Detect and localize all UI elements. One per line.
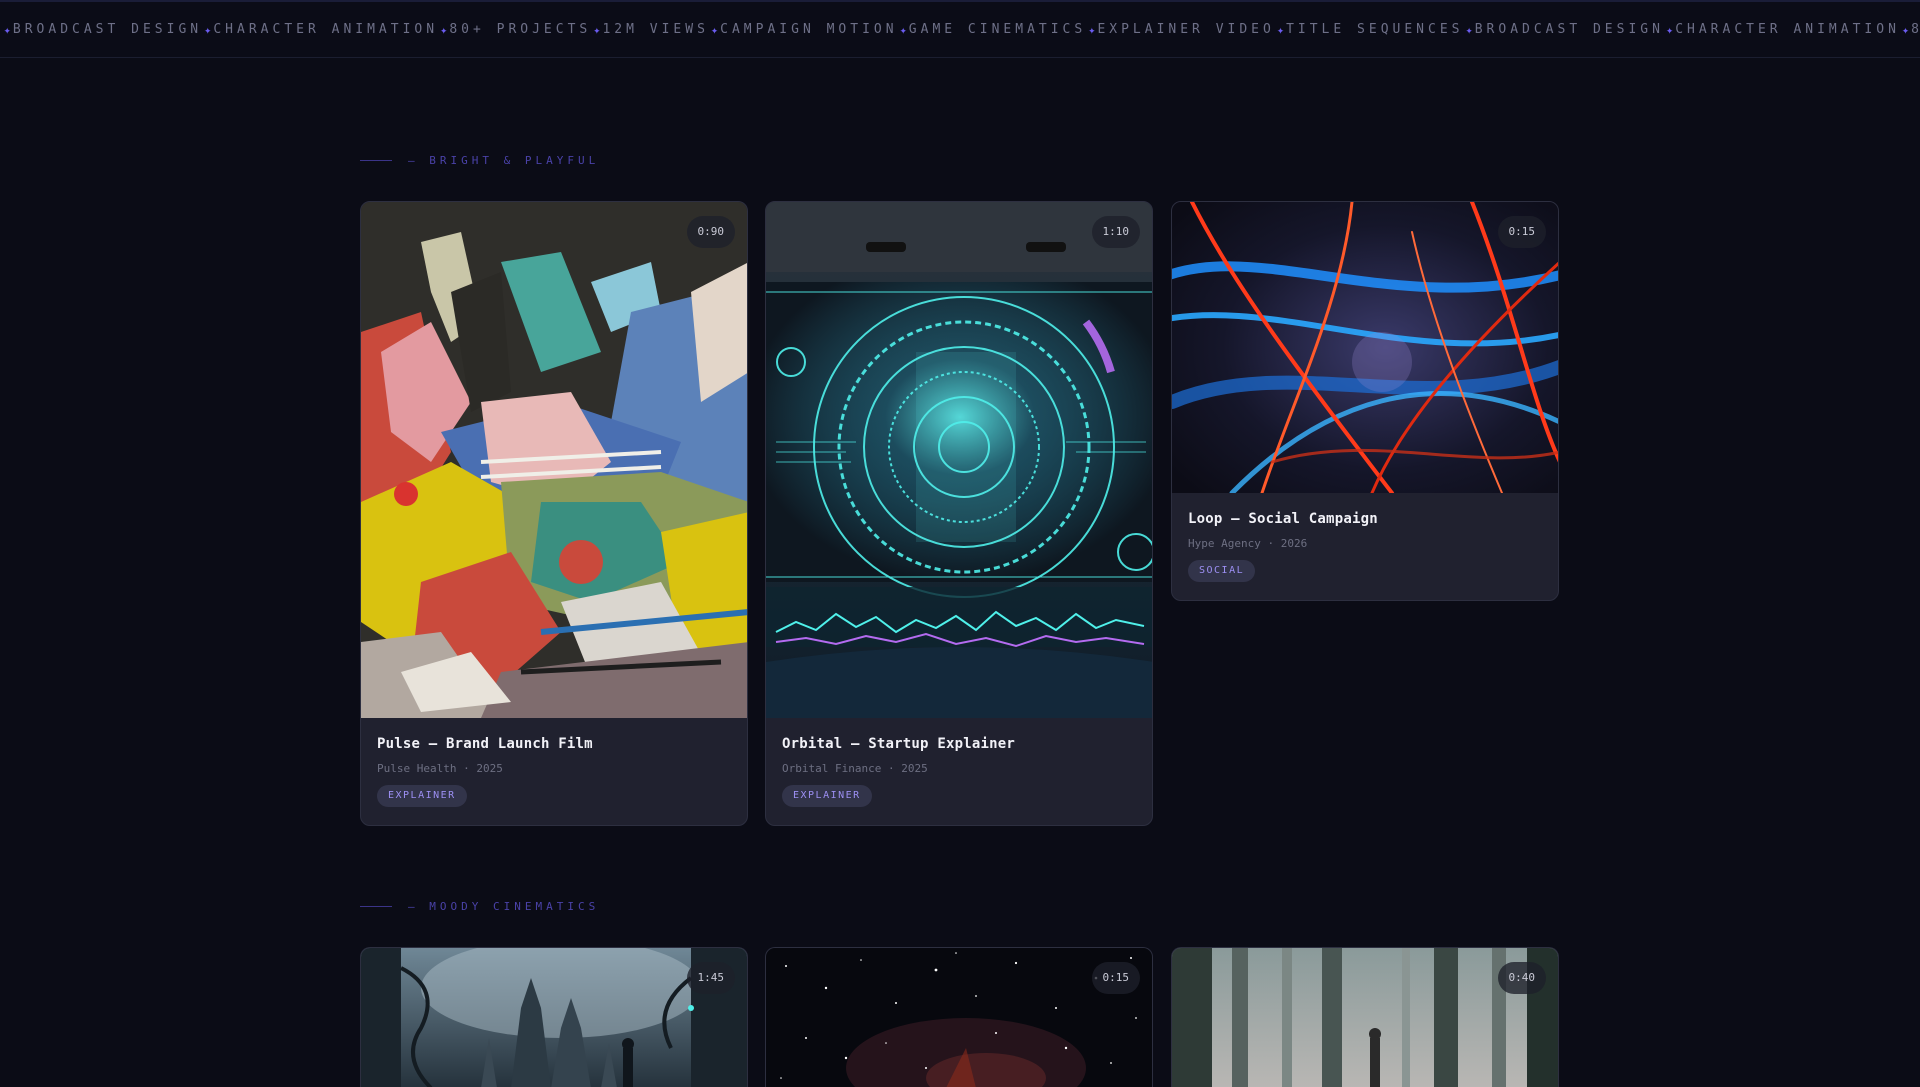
category-tag[interactable]: SOCIAL <box>1188 560 1256 582</box>
section-rule <box>360 160 392 161</box>
ticker-item: BROADCAST DESIGN <box>1474 22 1664 37</box>
category-tag[interactable]: EXPLAINER <box>782 785 872 807</box>
project-thumbnail[interactable]: 1:45 <box>361 948 747 1087</box>
project-card-pulse[interactable]: 0:90 Pulse — Brand Launch Film Pulse Hea… <box>360 201 748 826</box>
project-thumbnail[interactable]: 0:90 <box>361 202 747 718</box>
abstract-painting-thumbnail <box>361 202 747 718</box>
project-card-castle[interactable]: 1:45 <box>360 947 748 1087</box>
duration-badge: 0:15 <box>1497 216 1546 248</box>
card-body: Pulse — Brand Launch Film Pulse Health ·… <box>361 718 747 825</box>
star-icon: ✦ <box>1276 22 1285 37</box>
light-streaks-thumbnail <box>1172 202 1558 493</box>
ticker-item: 80+ PROJECTS <box>1911 22 1920 37</box>
card-title: Pulse — Brand Launch Film <box>377 736 593 752</box>
duration-badge: 0:15 <box>1091 962 1140 994</box>
marquee-ticker: ES✦BROADCAST DESIGN✦CHARACTER ANIMATION✦… <box>0 0 1920 58</box>
card-body: Loop — Social Campaign Hype Agency · 202… <box>1172 493 1558 600</box>
category-tag[interactable]: EXPLAINER <box>377 785 467 807</box>
card-meta: Orbital Finance · 2025 <box>782 762 928 775</box>
ticker-item: CAMPAIGN MOTION <box>720 22 898 37</box>
project-thumbnail[interactable]: 0:15 <box>1172 202 1558 493</box>
hud-interface-thumbnail <box>766 202 1152 718</box>
star-icon: ✦ <box>899 22 907 37</box>
star-icon: ✦ <box>3 22 11 37</box>
star-icon: ✦ <box>1901 22 1910 37</box>
project-card-loop[interactable]: 0:15 Loop — Social Campaign Hype Agency … <box>1171 201 1559 601</box>
card-meta: Pulse Health · 2025 <box>377 762 503 775</box>
star-icon: ✦ <box>1465 22 1473 37</box>
ticker-item: 12M VIEWS <box>602 22 709 37</box>
project-thumbnail[interactable]: 1:10 <box>766 202 1152 718</box>
star-icon: ✦ <box>1088 22 1096 37</box>
card-title: Loop — Social Campaign <box>1188 511 1378 527</box>
section-title: — MOODY CINEMATICS <box>408 900 600 913</box>
section-label-moody: — MOODY CINEMATICS <box>360 900 599 913</box>
ticker-track: ES✦BROADCAST DESIGN✦CHARACTER ANIMATION✦… <box>0 22 1920 37</box>
ticker-item: 80+ PROJECTS <box>449 22 592 37</box>
section-rule <box>360 906 392 907</box>
star-icon: ✦ <box>1665 22 1674 37</box>
ticker-item: CHARACTER ANIMATION <box>213 22 439 37</box>
duration-badge: 0:40 <box>1497 962 1546 994</box>
star-icon: ✦ <box>204 22 212 37</box>
section-label-bright: — BRIGHT & PLAYFUL <box>360 154 599 167</box>
ticker-item: BROADCAST DESIGN <box>12 22 203 37</box>
ticker-item: CHARACTER ANIMATION <box>1675 22 1900 37</box>
card-title: Orbital — Startup Explainer <box>782 736 1015 752</box>
ticker-item: ES <box>0 22 2 37</box>
project-thumbnail[interactable]: 0:40 <box>1172 948 1558 1087</box>
card-meta: Hype Agency · 2026 <box>1188 537 1308 550</box>
star-icon: ✦ <box>710 22 719 37</box>
project-card-starfield[interactable]: 0:15 <box>765 947 1153 1087</box>
card-body: Orbital — Startup Explainer Orbital Fina… <box>766 718 1152 825</box>
project-thumbnail[interactable]: 0:15 <box>766 948 1152 1087</box>
duration-badge: 1:10 <box>1091 216 1140 248</box>
star-icon: ✦ <box>440 22 448 37</box>
duration-badge: 0:90 <box>686 216 735 248</box>
ticker-item: GAME CINEMATICS <box>908 22 1087 37</box>
project-card-forest[interactable]: 0:40 <box>1171 947 1559 1087</box>
star-icon: ✦ <box>593 22 601 37</box>
ticker-item: EXPLAINER VIDEO <box>1097 22 1275 37</box>
duration-badge: 1:45 <box>686 962 735 994</box>
ticker-item: TITLE SEQUENCES <box>1286 22 1464 37</box>
project-card-orbital[interactable]: 1:10 Orbital — Startup Explainer Orbital… <box>765 201 1153 826</box>
section-title: — BRIGHT & PLAYFUL <box>408 154 600 167</box>
